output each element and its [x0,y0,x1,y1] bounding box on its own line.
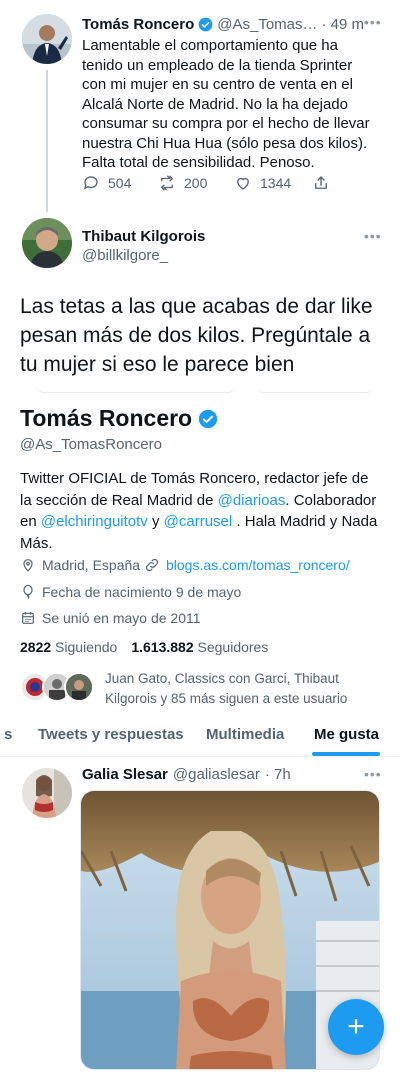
tweet1-avatar[interactable] [22,14,72,64]
tweet1-more-icon[interactable]: ••• [364,14,382,30]
bio-mention-elchiringuitotv[interactable]: @elchiringuitotv [41,513,148,530]
share-icon [315,176,327,189]
follower-avatar-3-image [66,674,92,700]
calendar-icon [22,612,34,624]
follower-avatar-3 [64,672,94,702]
balloon-icon [23,584,33,600]
profile-actions-faint [36,385,376,395]
reply-author-name[interactable]: Thibaut Kilgorois [82,228,205,245]
profile-handle: @As_TomasRoncero [20,436,162,453]
reply-icon [83,176,98,190]
retweet-button[interactable]: 200 [158,174,207,192]
liked-tweet-avatar-image [22,768,72,818]
tab-likes[interactable]: Me gusta [314,726,379,743]
followers-label: Seguidores [197,639,269,655]
profile-website[interactable]: blogs.as.com/tomas_roncero/ [144,557,350,573]
profile-verified-icon [198,409,218,428]
tweet1-handle[interactable]: @As_Tomas… [217,16,317,33]
location-icon [23,559,33,572]
profile-name-row: Tomás Roncero [20,405,218,432]
website-link[interactable]: blogs.as.com/tomas_roncero/ [166,557,350,573]
bio-mention-carrusel[interactable]: @carrusel [164,513,233,530]
profile-stats: 2822 Siguiendo 1.613.882 Seguidores [20,639,268,655]
following-link[interactable]: 2822 Siguiendo [20,639,117,655]
retweet-icon [161,175,173,191]
bio-text-3: y [147,513,164,530]
liked-tweet-more-icon[interactable]: ••• [364,766,382,782]
share-button[interactable] [312,174,330,192]
thread-line [46,70,48,212]
reply-text: Las tetas a las que acabas de dar like p… [20,295,373,376]
profile-location: Madrid, España [20,557,140,573]
reply-more-icon[interactable]: ••• [364,228,382,244]
verified-icon [198,17,213,31]
joined-text: Se unió en mayo de 2011 [42,610,201,626]
tab-media[interactable]: Multimedia [206,726,284,743]
plus-icon: + [347,1010,365,1043]
birthday-text: Fecha de nacimiento 9 de mayo [42,584,242,600]
following-count: 2822 [20,639,52,655]
heart-icon [237,177,249,190]
reply-avatar[interactable] [22,218,72,268]
tweet1-avatar-image [22,14,72,64]
tab-partial[interactable]: s [4,726,12,743]
compose-fab[interactable]: + [328,999,384,1055]
profile-joined: Se unió en mayo de 2011 [20,610,201,626]
like-button[interactable]: 1344 [234,174,291,192]
bio-mention-diarioas[interactable]: @diarioas [218,492,286,509]
location-text: Madrid, España [42,557,141,573]
reply-button[interactable]: 504 [82,174,131,192]
like-count: 1344 [260,175,292,191]
following-label: Siguiendo [55,639,118,655]
followers-link[interactable]: 1.613.882 Seguidores [131,639,268,655]
retweet-count: 200 [184,175,208,191]
reply-avatar-image [22,218,72,268]
tab-tweets-replies[interactable]: Tweets y respuestas [38,726,184,743]
profile-birthday: Fecha de nacimiento 9 de mayo [20,584,241,600]
followed-by-avatars[interactable] [20,672,100,704]
link-icon [145,558,159,572]
profile-name: Tomás Roncero [20,405,193,431]
tabs-divider [0,756,400,757]
followers-count: 1.613.882 [131,639,194,655]
reply-count: 504 [108,175,132,191]
liked-tweet-author-name[interactable]: Galia Slesar [82,766,168,783]
reply-handle[interactable]: @billkilgore_ [82,247,168,264]
tweet1-time[interactable]: · 49 m [322,16,365,33]
tweet1-text: Lamentable el comportamiento que ha teni… [82,37,370,171]
liked-tweet-header: Galia Slesar @galiaslesar · 7h [82,766,291,783]
tweet1-header: Tomás Roncero @As_Tomas… · 49 m [82,14,382,34]
followed-by-text[interactable]: Juan Gato, Classics con Garci, Thibaut K… [105,669,375,709]
liked-tweet-time[interactable]: · 7h [265,766,291,783]
tweet1-author-name[interactable]: Tomás Roncero [82,16,194,33]
profile-bio: Twitter OFICIAL de Tomás Roncero, redact… [20,468,382,554]
liked-tweet-handle[interactable]: @galiaslesar [173,766,260,783]
liked-tweet-avatar[interactable] [22,768,72,818]
